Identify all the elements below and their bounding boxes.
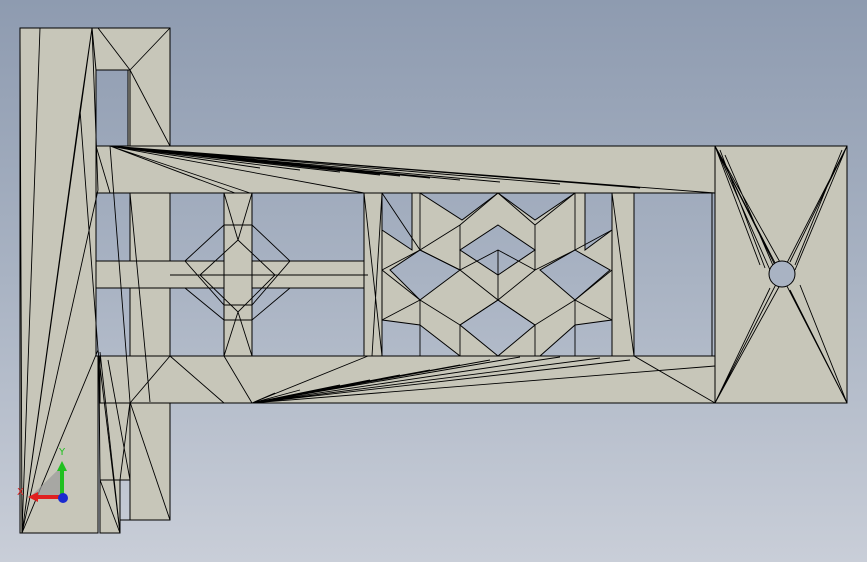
x-axis-label: X <box>17 487 24 498</box>
graphics-viewport[interactable]: X Y <box>0 0 867 562</box>
y-axis-label: Y <box>58 447 66 458</box>
z-axis-dot <box>58 493 68 503</box>
mesh-model: X Y <box>17 27 848 534</box>
